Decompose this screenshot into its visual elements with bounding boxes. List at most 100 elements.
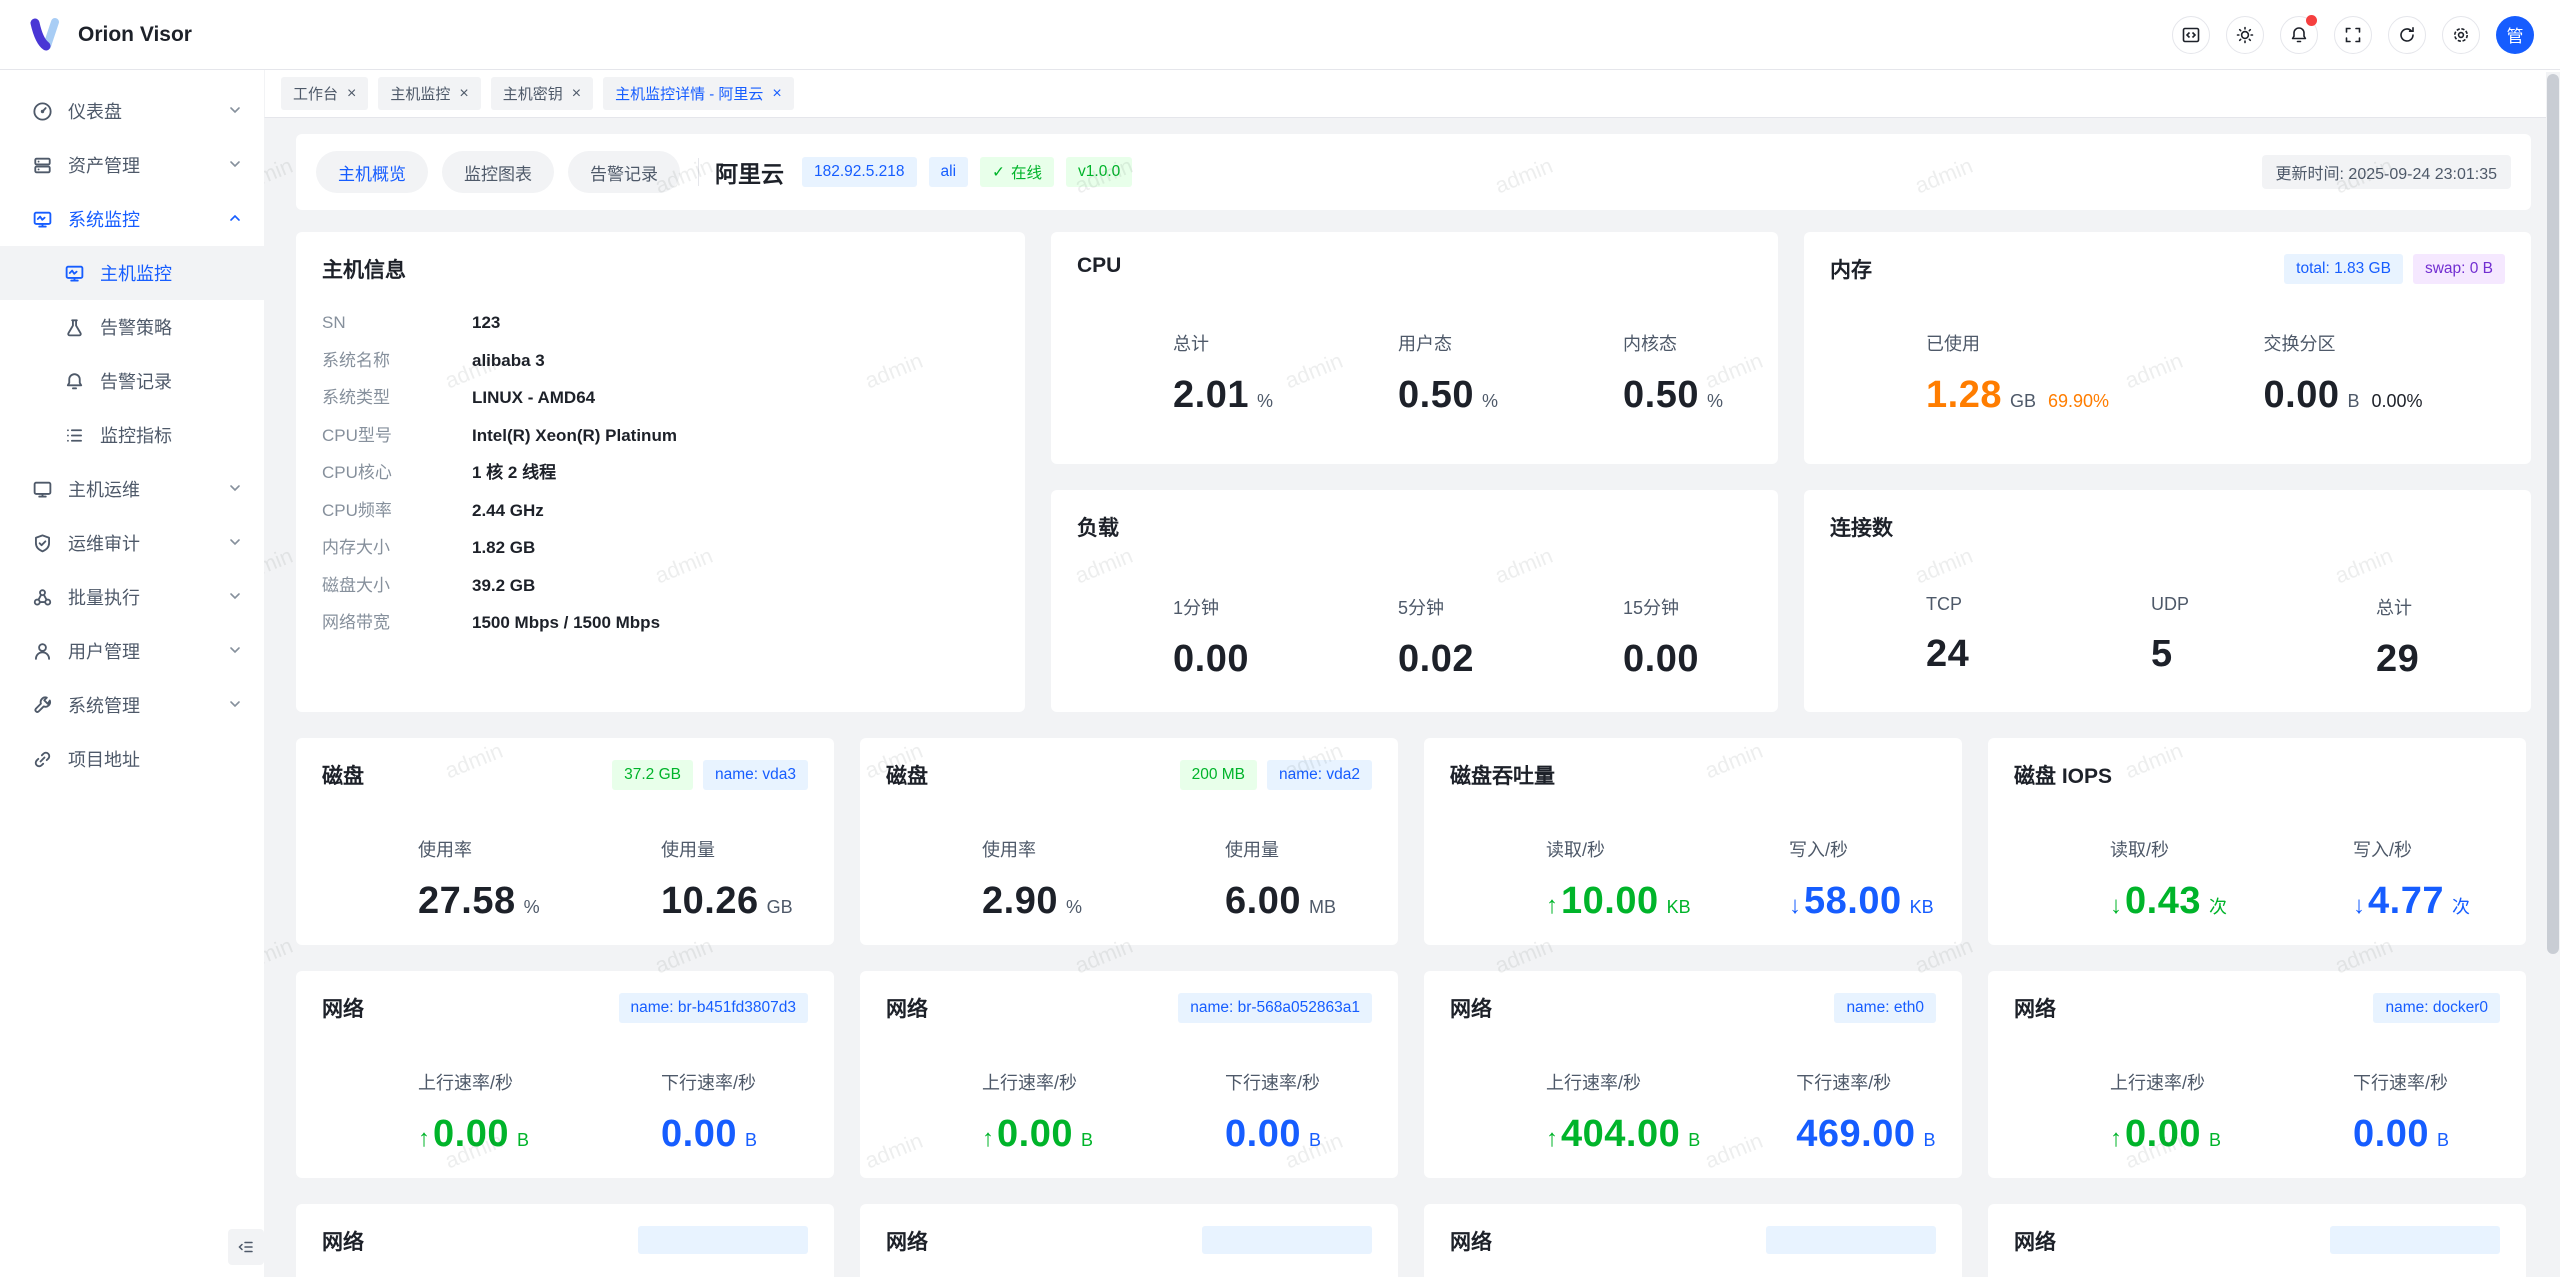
- card-title: 网络: [1450, 1226, 1492, 1256]
- scrollbar[interactable]: [2546, 72, 2560, 1277]
- sidebar-item-dashboard[interactable]: 仪表盘: [0, 84, 264, 138]
- stat-cpu-user: 用户态 0.50%: [1302, 330, 1527, 417]
- close-icon[interactable]: ×: [459, 86, 468, 102]
- info-row: 系统类型LINUX - AMD64: [322, 387, 999, 408]
- settings-button[interactable]: [2442, 16, 2480, 54]
- user-avatar[interactable]: 管: [2496, 16, 2534, 54]
- view-tab-charts[interactable]: 监控图表: [442, 151, 554, 193]
- topbar-actions: 管: [2172, 16, 2534, 54]
- memory-swap-badge: swap: 0 B: [2413, 254, 2505, 284]
- sidebar-item-user-mgmt[interactable]: 用户管理: [0, 624, 264, 678]
- stat-up-rate: 上行速率/秒 ↑0.00B: [2014, 1069, 2257, 1156]
- stat-tcp: TCP 24: [1830, 594, 2055, 681]
- info-value: 123: [472, 312, 500, 333]
- tab-host-monitor-detail[interactable]: 主机监控详情 - 阿里云 ×: [603, 77, 794, 110]
- code-button[interactable]: [2172, 16, 2210, 54]
- gear-icon: [2451, 25, 2471, 45]
- close-icon[interactable]: ×: [772, 86, 781, 102]
- view-tab-alert-records[interactable]: 告警记录: [568, 151, 680, 193]
- stat-number: 0.00: [997, 1113, 1073, 1156]
- close-icon[interactable]: ×: [347, 86, 356, 102]
- stat-value: 0.00 B: [2353, 1113, 2500, 1156]
- card-head: 网络: [886, 1226, 1372, 1256]
- stat-unit: %: [1482, 391, 1498, 412]
- stat-label: 下行速率/秒: [1796, 1069, 1936, 1095]
- card-title: 网络: [886, 1226, 928, 1256]
- sidebar-item-label: 系统管理: [68, 692, 140, 718]
- stat-label: 写入/秒: [2353, 836, 2500, 862]
- chevron-down-icon: [228, 155, 242, 176]
- network-stats: 上行速率/秒 ↑0.00B 下行速率/秒 0.00B: [322, 1069, 808, 1156]
- partial-row: 网络 网络 网络 网络: [296, 1204, 2560, 1277]
- card-title: 网络: [1450, 993, 1492, 1023]
- sidebar-item-host-ops[interactable]: 主机运维: [0, 462, 264, 516]
- chevron-down-icon: [228, 587, 242, 608]
- sidebar-item-assets[interactable]: 资产管理: [0, 138, 264, 192]
- chevron-down-icon: [228, 533, 242, 554]
- card-badges: 37.2 GB name: vda3: [612, 760, 808, 790]
- sidebar-item-label: 告警策略: [100, 314, 172, 340]
- stat-value: 5: [2151, 633, 2280, 676]
- stat-value: 27.58%: [418, 880, 565, 923]
- stat-label: 内核态: [1623, 330, 1752, 356]
- stat-value: 1.28GB69.90%: [1926, 374, 2168, 417]
- sidebar: 仪表盘 资产管理 系统监控 主机监控 告: [0, 70, 264, 1277]
- monitor-pulse-icon: [32, 209, 53, 230]
- sidebar-item-project-link[interactable]: 项目地址: [0, 732, 264, 786]
- stat-value: ↓0.43次: [2110, 880, 2257, 923]
- server-icon: [32, 155, 53, 176]
- fullscreen-button[interactable]: [2334, 16, 2372, 54]
- divider: [698, 158, 699, 186]
- status-label: 在线: [1011, 161, 1042, 183]
- card-head: 磁盘 37.2 GB name: vda3: [322, 760, 808, 790]
- sidebar-item-metrics[interactable]: 监控指标: [0, 408, 264, 462]
- throughput-stats: 读取/秒 ↑10.00KB 写入/秒 ↓58.00KB: [1450, 836, 1936, 923]
- sidebar-item-label: 系统监控: [68, 206, 140, 232]
- sidebar-item-system-monitor[interactable]: 系统监控: [0, 192, 264, 246]
- stat-iops-read: 读取/秒 ↓0.43次: [2014, 836, 2257, 923]
- stat-value: ↓4.77次: [2353, 880, 2500, 923]
- stat-value: 24: [1926, 633, 2055, 676]
- stat-unit: KB: [1667, 897, 1691, 918]
- card-title: 磁盘吞吐量: [1450, 760, 1936, 790]
- stat-memory-used: 已使用 1.28GB69.90%: [1830, 330, 2168, 417]
- stat-value: ↑10.00KB: [1546, 880, 1693, 923]
- chevron-down-icon: [228, 641, 242, 662]
- flask-icon: [64, 317, 85, 338]
- theme-button[interactable]: [2226, 16, 2264, 54]
- stat-number: 0.00: [2353, 1113, 2429, 1156]
- refresh-button[interactable]: [2388, 16, 2426, 54]
- ip-badge: 182.92.5.218: [802, 157, 917, 187]
- tab-host-keys[interactable]: 主机密钥 ×: [491, 77, 593, 110]
- sidebar-item-batch-exec[interactable]: 批量执行: [0, 570, 264, 624]
- sidebar-item-alert-policy[interactable]: 告警策略: [0, 300, 264, 354]
- sidebar-item-label: 告警记录: [100, 368, 172, 394]
- stat-label: 总计: [2376, 594, 2505, 620]
- stat-number: 24: [1926, 633, 1969, 676]
- tab-host-monitor[interactable]: 主机监控 ×: [378, 77, 480, 110]
- sidebar-item-alert-records[interactable]: 告警记录: [0, 354, 264, 408]
- notifications-button[interactable]: [2280, 16, 2318, 54]
- stat-disk-usage-rate: 使用率 27.58%: [322, 836, 565, 923]
- stat-label: 15分钟: [1623, 594, 1752, 620]
- card-title: 网络: [322, 1226, 364, 1256]
- stat-conn-total: 总计 29: [2280, 594, 2505, 681]
- sidebar-collapse-button[interactable]: [228, 1229, 264, 1265]
- stat-number: 5: [2151, 633, 2173, 676]
- memory-total-badge: total: 1.83 GB: [2284, 254, 2403, 284]
- stat-value: ↓58.00KB: [1789, 880, 1936, 923]
- sidebar-item-ops-audit[interactable]: 运维审计: [0, 516, 264, 570]
- stat-memory-swap: 交换分区 0.00B0.00%: [2168, 330, 2506, 417]
- sidebar-item-system-mgmt[interactable]: 系统管理: [0, 678, 264, 732]
- disk-card-vda2: 磁盘 200 MB name: vda2 使用率 2.90% 使用量 6.00M…: [860, 738, 1398, 945]
- view-tab-overview[interactable]: 主机概览: [316, 151, 428, 193]
- tab-label: 主机密钥: [503, 83, 563, 104]
- scrollbar-thumb[interactable]: [2547, 74, 2559, 954]
- stat-unit: B: [2437, 1130, 2449, 1151]
- sidebar-item-host-monitor[interactable]: 主机监控: [0, 246, 264, 300]
- host-name: 阿里云: [715, 155, 784, 189]
- close-icon[interactable]: ×: [572, 86, 581, 102]
- stat-down-rate: 下行速率/秒 0.00B: [1129, 1069, 1372, 1156]
- stat-unit: 次: [2452, 893, 2470, 919]
- tab-workbench[interactable]: 工作台 ×: [281, 77, 368, 110]
